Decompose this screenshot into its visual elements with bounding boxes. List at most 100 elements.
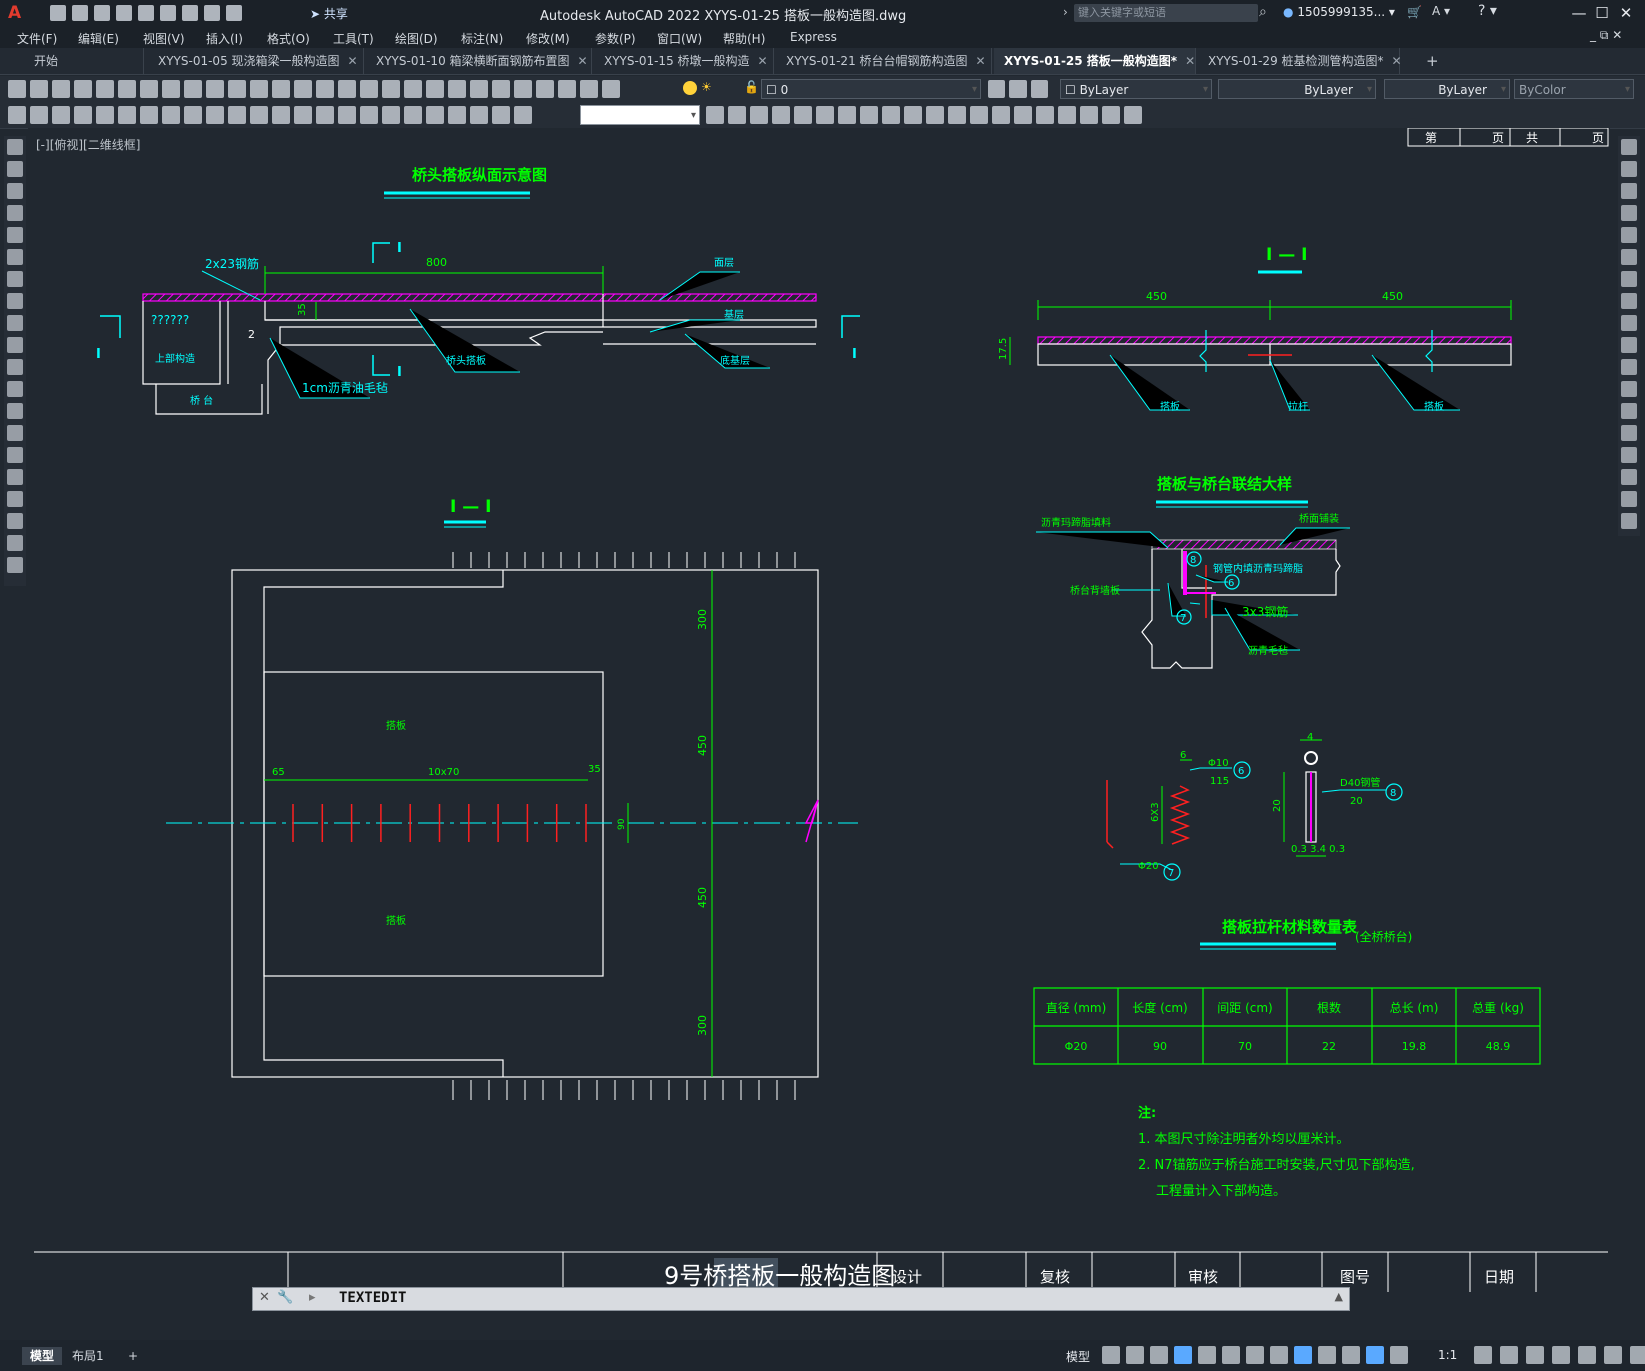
modify-tool-icon[interactable] xyxy=(1621,183,1637,199)
plotstyle-dropdown[interactable]: ByColor ▾ xyxy=(1514,79,1634,99)
close-tab-icon[interactable]: ✕ xyxy=(758,54,768,68)
modify-tool-icon[interactable] xyxy=(1621,337,1637,353)
close-tab-icon[interactable]: ✕ xyxy=(976,54,986,68)
dimension-tool-icon[interactable] xyxy=(96,106,114,124)
toolbar-tool-icon[interactable] xyxy=(184,80,202,98)
modify-tool-icon[interactable] xyxy=(1621,403,1637,419)
menu-express[interactable]: Express xyxy=(790,30,837,44)
chevron-up-icon[interactable]: ▲ xyxy=(1335,1290,1343,1303)
modify-tool-icon[interactable] xyxy=(1621,139,1637,155)
modify-tool-icon[interactable] xyxy=(816,106,834,124)
modify-tool-icon[interactable] xyxy=(1621,359,1637,375)
app-menu-button[interactable]: A xyxy=(8,3,26,23)
tab-file[interactable]: XYYS-01-05 现浇箱梁一般构造图 ✕ xyxy=(148,48,364,74)
menu-format[interactable]: 格式(O) xyxy=(267,30,310,47)
dimension-tool-icon[interactable] xyxy=(514,106,532,124)
modify-tool-icon[interactable] xyxy=(1621,205,1637,221)
status-toggle-icon[interactable] xyxy=(1126,1346,1144,1364)
modify-tool-icon[interactable] xyxy=(1621,491,1637,507)
command-history-icon[interactable]: ▸ xyxy=(309,1290,316,1305)
menu-modify[interactable]: 修改(M) xyxy=(526,30,570,47)
status-toggle-icon[interactable] xyxy=(1474,1346,1492,1364)
draw-tool-icon[interactable] xyxy=(7,161,23,177)
dimension-tool-icon[interactable] xyxy=(206,106,224,124)
tab-file-active[interactable]: XYYS-01-25 搭板一般构造图* ✕ xyxy=(994,48,1196,74)
tab-file[interactable]: XYYS-01-10 箱梁横断面钢筋布置图 ✕ xyxy=(366,48,592,74)
draw-tool-icon[interactable] xyxy=(7,315,23,331)
dimension-tool-icon[interactable] xyxy=(448,106,466,124)
lineweight-dropdown[interactable]: ByLayer ▾ xyxy=(1384,79,1510,99)
toolbar-tool-icon[interactable] xyxy=(206,80,224,98)
dimension-tool-icon[interactable] xyxy=(382,106,400,124)
modify-tool-icon[interactable] xyxy=(1621,447,1637,463)
modify-tool-icon[interactable] xyxy=(1621,161,1637,177)
draw-tool-icon[interactable] xyxy=(7,469,23,485)
dim-style-dropdown[interactable]: ▾ xyxy=(580,105,700,125)
toolbar-tool-icon[interactable] xyxy=(426,80,444,98)
modify-tool-icon[interactable] xyxy=(904,106,922,124)
search-icon[interactable]: ⌕ xyxy=(1259,4,1267,20)
modify-tool-icon[interactable] xyxy=(1621,249,1637,265)
dimension-tool-icon[interactable] xyxy=(360,106,378,124)
draw-tool-icon[interactable] xyxy=(7,403,23,419)
wrench-icon[interactable]: 🔧 xyxy=(277,1290,293,1305)
minimize-button[interactable]: — xyxy=(1567,2,1591,24)
status-toggle-icon[interactable] xyxy=(1366,1346,1384,1364)
status-toggle-icon[interactable] xyxy=(1342,1346,1360,1364)
dimension-tool-icon[interactable] xyxy=(118,106,136,124)
dimension-tool-icon[interactable] xyxy=(162,106,180,124)
layer-lock-icon[interactable]: 🔓 xyxy=(744,80,759,94)
modify-tool-icon[interactable] xyxy=(1621,227,1637,243)
modify-tool-icon[interactable] xyxy=(728,106,746,124)
toolbar-tool-icon[interactable] xyxy=(602,80,620,98)
toolbar-tool-icon[interactable] xyxy=(140,80,158,98)
modify-tool-icon[interactable] xyxy=(838,106,856,124)
menu-tools[interactable]: 工具(T) xyxy=(333,30,374,47)
close-tab-icon[interactable]: ✕ xyxy=(1185,54,1195,68)
web-open-icon[interactable] xyxy=(138,5,154,21)
status-toggle-icon[interactable] xyxy=(1390,1346,1408,1364)
dimension-tool-icon[interactable] xyxy=(30,106,48,124)
web-save-icon[interactable] xyxy=(160,5,176,21)
modify-tool-icon[interactable] xyxy=(1621,425,1637,441)
toolbar-tool-icon[interactable] xyxy=(404,80,422,98)
modify-tool-icon[interactable] xyxy=(1621,271,1637,287)
toolbar-tool-icon[interactable] xyxy=(382,80,400,98)
dimension-tool-icon[interactable] xyxy=(228,106,246,124)
tab-start[interactable]: 开始 xyxy=(24,48,144,74)
status-toggle-icon[interactable] xyxy=(1150,1346,1168,1364)
model-space-toggle[interactable]: 模型 xyxy=(1066,1348,1090,1365)
dimension-tool-icon[interactable] xyxy=(140,106,158,124)
drawing-canvas[interactable]: 第 页 共 页 桥头搭板纵面示意图 2x23钢筋 800 面层 基层 底基层 桥… xyxy=(28,127,1610,1298)
dimension-tool-icon[interactable] xyxy=(470,106,488,124)
toolbar-tool-icon[interactable] xyxy=(294,80,312,98)
toolbar-tool-icon[interactable] xyxy=(162,80,180,98)
tab-file[interactable]: XYYS-01-21 桥台台帽钢筋构造图 ✕ xyxy=(776,48,992,74)
menu-insert[interactable]: 插入(I) xyxy=(206,30,243,47)
toolbar-tool-icon[interactable] xyxy=(8,80,26,98)
draw-tool-icon[interactable] xyxy=(7,249,23,265)
modify-tool-icon[interactable] xyxy=(1014,106,1032,124)
modify-tool-icon[interactable] xyxy=(970,106,988,124)
tab-layout1[interactable]: 布局1 xyxy=(64,1347,112,1365)
modify-tool-icon[interactable] xyxy=(882,106,900,124)
menu-draw[interactable]: 绘图(D) xyxy=(395,30,438,47)
status-toggle-icon[interactable] xyxy=(1630,1346,1645,1364)
tab-model[interactable]: 模型 xyxy=(22,1347,63,1365)
modify-tool-icon[interactable] xyxy=(750,106,768,124)
menu-dimension[interactable]: 标注(N) xyxy=(461,30,503,47)
dimension-tool-icon[interactable] xyxy=(8,106,26,124)
toolbar-tool-icon[interactable] xyxy=(30,80,48,98)
layer-on-icon[interactable] xyxy=(683,81,697,95)
modify-tool-icon[interactable] xyxy=(772,106,790,124)
draw-tool-icon[interactable] xyxy=(7,293,23,309)
status-toggle-icon[interactable] xyxy=(1294,1346,1312,1364)
toolbar-tool-icon[interactable] xyxy=(338,80,356,98)
menu-file[interactable]: 文件(F) xyxy=(17,30,57,47)
dimension-tool-icon[interactable] xyxy=(52,106,70,124)
toolbar-tool-icon[interactable] xyxy=(360,80,378,98)
undo-icon[interactable] xyxy=(204,5,220,21)
cart-icon[interactable]: 🛒 xyxy=(1407,5,1422,19)
toolbar-tool-icon[interactable] xyxy=(74,80,92,98)
help-icon[interactable]: ? ▾ xyxy=(1478,3,1497,19)
